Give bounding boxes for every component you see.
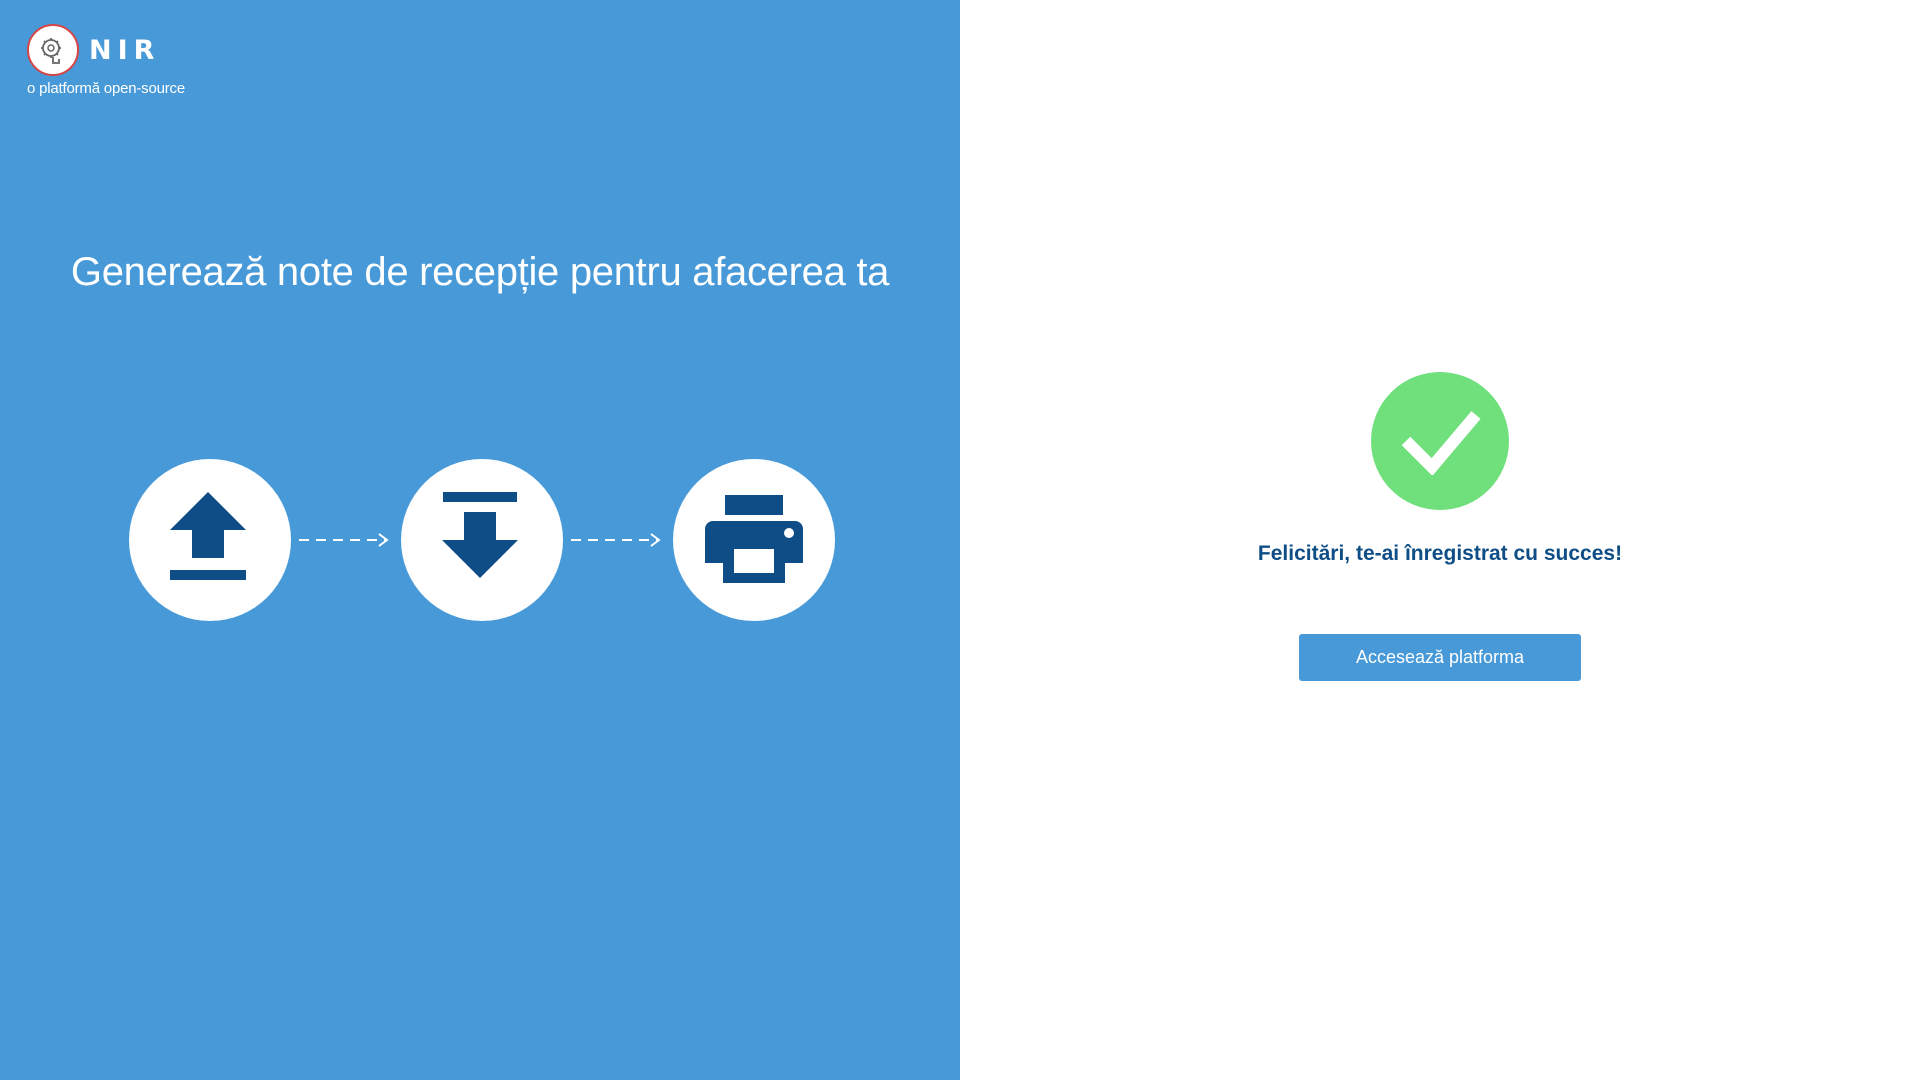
logo-row: NIR <box>27 24 185 76</box>
printer-icon <box>705 495 803 583</box>
left-panel: NIR o platformă open-source Generează no… <box>0 0 960 1080</box>
logo-tagline: o platformă open-source <box>27 80 185 97</box>
step-print <box>673 459 835 621</box>
success-section: Felicitări, te-ai înregistrat cu succes!… <box>960 372 1920 681</box>
right-panel: Felicitări, te-ai înregistrat cu succes!… <box>960 0 1920 1080</box>
access-platform-button[interactable]: Accesează platforma <box>1299 634 1581 681</box>
success-message: Felicitări, te-ai înregistrat cu succes! <box>1257 542 1623 565</box>
step-upload <box>129 459 291 621</box>
dashed-arrow-icon <box>563 530 673 550</box>
step-download <box>401 459 563 621</box>
logo-name: NIR <box>89 34 161 66</box>
checkmark-icon <box>1371 372 1509 510</box>
page-headline: Generează note de recepție pentru afacer… <box>70 250 890 294</box>
logo[interactable]: NIR o platformă open-source <box>27 24 185 97</box>
brain-gears-icon <box>27 24 79 76</box>
upload-icon <box>170 492 246 580</box>
page: NIR o platformă open-source Generează no… <box>0 0 1920 1080</box>
dashed-arrow-icon <box>291 530 401 550</box>
download-icon <box>442 492 518 578</box>
steps-flow <box>129 459 835 621</box>
